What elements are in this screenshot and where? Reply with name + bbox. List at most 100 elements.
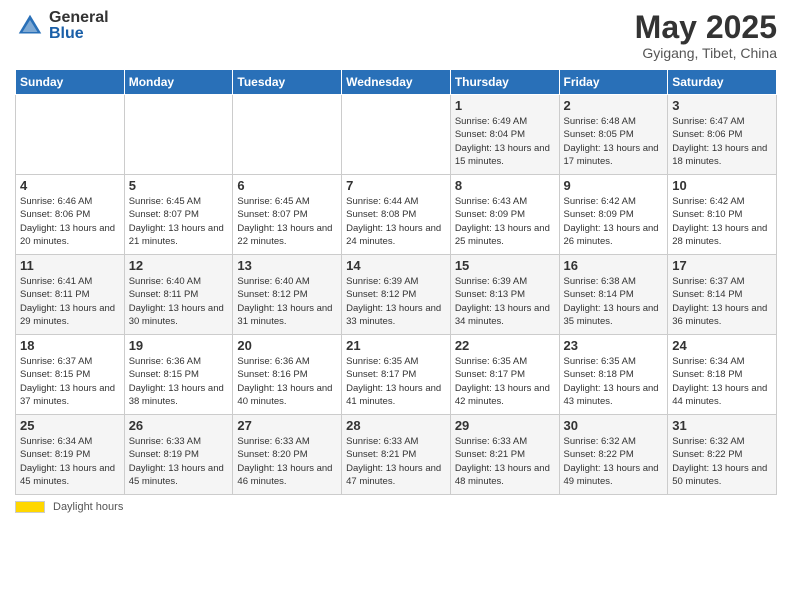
- col-sunday: Sunday: [16, 70, 125, 95]
- day-number: 5: [129, 178, 229, 193]
- calendar-cell: 18Sunrise: 6:37 AM Sunset: 8:15 PM Dayli…: [16, 335, 125, 415]
- calendar-cell: 29 Sunrise: 6:33 AM Sunset: 8:21 PM Dayli…: [450, 415, 559, 495]
- calendar-cell: 5 Sunrise: 6:45 AM Sunset: 8:07 PM Daylig…: [124, 175, 233, 255]
- col-friday: Friday: [559, 70, 668, 95]
- day-info: Sunrise: 6:41 AM Sunset: 8:11 PM Dayligh…: [20, 275, 120, 328]
- logo: General Blue: [15, 10, 109, 42]
- calendar-cell: [233, 95, 342, 175]
- day-number: 25: [20, 418, 120, 433]
- col-thursday: Thursday: [450, 70, 559, 95]
- page: General Blue May 2025 Gyigang, Tibet, Ch…: [0, 0, 792, 612]
- day-info: Sunrise: 6:46 AM Sunset: 8:06 PM Dayligh…: [20, 195, 120, 248]
- calendar-cell: 25Sunrise: 6:34 AM Sunset: 8:19 PM Dayli…: [16, 415, 125, 495]
- day-info: Sunrise: 6:44 AM Sunset: 8:08 PM Dayligh…: [346, 195, 446, 248]
- location: Gyigang, Tibet, China: [635, 45, 777, 61]
- logo-text: General Blue: [49, 10, 109, 42]
- calendar-cell: [124, 95, 233, 175]
- day-number: 28: [346, 418, 446, 433]
- calendar-cell: 16 Sunrise: 6:38 AM Sunset: 8:14 PM Dayli…: [559, 255, 668, 335]
- calendar-cell: 13 Sunrise: 6:40 AM Sunset: 8:12 PM Dayli…: [233, 255, 342, 335]
- day-number: 16: [564, 258, 664, 273]
- day-info: Sunrise: 6:45 AM Sunset: 8:07 PM Dayligh…: [129, 195, 229, 248]
- day-number: 15: [455, 258, 555, 273]
- day-info: Sunrise: 6:42 AM Sunset: 8:10 PM Dayligh…: [672, 195, 772, 248]
- day-info: Sunrise: 6:39 AM Sunset: 8:13 PM Dayligh…: [455, 275, 555, 328]
- calendar-cell: 11 Sunrise: 6:41 AM Sunset: 8:11 PM Dayli…: [16, 255, 125, 335]
- day-info: Sunrise: 6:39 AM Sunset: 8:12 PM Dayligh…: [346, 275, 446, 328]
- day-info: Sunrise: 6:33 AM Sunset: 8:20 PM Dayligh…: [237, 435, 337, 488]
- day-number: 8: [455, 178, 555, 193]
- calendar-cell: 30 Sunrise: 6:32 AM Sunset: 8:22 PM Dayli…: [559, 415, 668, 495]
- calendar-week-4: 18Sunrise: 6:37 AM Sunset: 8:15 PM Dayli…: [16, 335, 777, 415]
- day-number: 29: [455, 418, 555, 433]
- day-number: 1: [455, 98, 555, 113]
- calendar-cell: 14 Sunrise: 6:39 AM Sunset: 8:12 PM Dayli…: [342, 255, 451, 335]
- day-info: Sunrise: 6:40 AM Sunset: 8:11 PM Dayligh…: [129, 275, 229, 328]
- calendar-cell: 17Sunrise: 6:37 AM Sunset: 8:14 PM Dayli…: [668, 255, 777, 335]
- day-info: Sunrise: 6:45 AM Sunset: 8:07 PM Dayligh…: [237, 195, 337, 248]
- day-info: Sunrise: 6:35 AM Sunset: 8:17 PM Dayligh…: [346, 355, 446, 408]
- day-number: 12: [129, 258, 229, 273]
- day-info: Sunrise: 6:32 AM Sunset: 8:22 PM Dayligh…: [564, 435, 664, 488]
- day-number: 14: [346, 258, 446, 273]
- calendar-cell: 24Sunrise: 6:34 AM Sunset: 8:18 PM Dayli…: [668, 335, 777, 415]
- day-info: Sunrise: 6:40 AM Sunset: 8:12 PM Dayligh…: [237, 275, 337, 328]
- calendar-cell: [16, 95, 125, 175]
- logo-general-label: General: [49, 10, 109, 26]
- day-number: 20: [237, 338, 337, 353]
- logo-icon: [15, 11, 45, 41]
- col-wednesday: Wednesday: [342, 70, 451, 95]
- day-number: 9: [564, 178, 664, 193]
- calendar-week-5: 25Sunrise: 6:34 AM Sunset: 8:19 PM Dayli…: [16, 415, 777, 495]
- calendar-cell: 3 Sunrise: 6:47 AM Sunset: 8:06 PM Daylig…: [668, 95, 777, 175]
- calendar-week-2: 4 Sunrise: 6:46 AM Sunset: 8:06 PM Daylig…: [16, 175, 777, 255]
- day-number: 4: [20, 178, 120, 193]
- calendar-cell: 1 Sunrise: 6:49 AM Sunset: 8:04 PM Daylig…: [450, 95, 559, 175]
- day-info: Sunrise: 6:33 AM Sunset: 8:21 PM Dayligh…: [346, 435, 446, 488]
- day-info: Sunrise: 6:49 AM Sunset: 8:04 PM Dayligh…: [455, 115, 555, 168]
- col-monday: Monday: [124, 70, 233, 95]
- col-tuesday: Tuesday: [233, 70, 342, 95]
- day-info: Sunrise: 6:35 AM Sunset: 8:17 PM Dayligh…: [455, 355, 555, 408]
- day-number: 26: [129, 418, 229, 433]
- day-number: 7: [346, 178, 446, 193]
- calendar-cell: 9 Sunrise: 6:42 AM Sunset: 8:09 PM Daylig…: [559, 175, 668, 255]
- day-number: 6: [237, 178, 337, 193]
- calendar-cell: 27 Sunrise: 6:33 AM Sunset: 8:20 PM Dayli…: [233, 415, 342, 495]
- calendar-cell: 28 Sunrise: 6:33 AM Sunset: 8:21 PM Dayli…: [342, 415, 451, 495]
- day-number: 27: [237, 418, 337, 433]
- day-number: 22: [455, 338, 555, 353]
- calendar-cell: 19 Sunrise: 6:36 AM Sunset: 8:15 PM Dayli…: [124, 335, 233, 415]
- day-number: 3: [672, 98, 772, 113]
- calendar-cell: [342, 95, 451, 175]
- calendar-table: Sunday Monday Tuesday Wednesday Thursday…: [15, 69, 777, 495]
- calendar-cell: 4 Sunrise: 6:46 AM Sunset: 8:06 PM Daylig…: [16, 175, 125, 255]
- footer: Daylight hours: [15, 501, 777, 513]
- day-number: 31: [672, 418, 772, 433]
- day-number: 17: [672, 258, 772, 273]
- day-info: Sunrise: 6:47 AM Sunset: 8:06 PM Dayligh…: [672, 115, 772, 168]
- day-number: 23: [564, 338, 664, 353]
- day-number: 18: [20, 338, 120, 353]
- title-block: May 2025 Gyigang, Tibet, China: [635, 10, 777, 61]
- calendar-cell: 10Sunrise: 6:42 AM Sunset: 8:10 PM Dayli…: [668, 175, 777, 255]
- day-number: 11: [20, 258, 120, 273]
- calendar-header-row: Sunday Monday Tuesday Wednesday Thursday…: [16, 70, 777, 95]
- calendar-cell: 6 Sunrise: 6:45 AM Sunset: 8:07 PM Daylig…: [233, 175, 342, 255]
- day-number: 30: [564, 418, 664, 433]
- month-year: May 2025: [635, 10, 777, 45]
- day-number: 19: [129, 338, 229, 353]
- day-info: Sunrise: 6:38 AM Sunset: 8:14 PM Dayligh…: [564, 275, 664, 328]
- col-saturday: Saturday: [668, 70, 777, 95]
- calendar-week-3: 11 Sunrise: 6:41 AM Sunset: 8:11 PM Dayli…: [16, 255, 777, 335]
- calendar-cell: 7 Sunrise: 6:44 AM Sunset: 8:08 PM Daylig…: [342, 175, 451, 255]
- calendar-cell: 20Sunrise: 6:36 AM Sunset: 8:16 PM Dayli…: [233, 335, 342, 415]
- calendar-cell: 31Sunrise: 6:32 AM Sunset: 8:22 PM Dayli…: [668, 415, 777, 495]
- calendar-cell: 2Sunrise: 6:48 AM Sunset: 8:05 PM Daylig…: [559, 95, 668, 175]
- calendar-cell: 22 Sunrise: 6:35 AM Sunset: 8:17 PM Dayli…: [450, 335, 559, 415]
- day-info: Sunrise: 6:33 AM Sunset: 8:21 PM Dayligh…: [455, 435, 555, 488]
- day-info: Sunrise: 6:34 AM Sunset: 8:18 PM Dayligh…: [672, 355, 772, 408]
- day-number: 13: [237, 258, 337, 273]
- day-info: Sunrise: 6:36 AM Sunset: 8:15 PM Dayligh…: [129, 355, 229, 408]
- day-info: Sunrise: 6:42 AM Sunset: 8:09 PM Dayligh…: [564, 195, 664, 248]
